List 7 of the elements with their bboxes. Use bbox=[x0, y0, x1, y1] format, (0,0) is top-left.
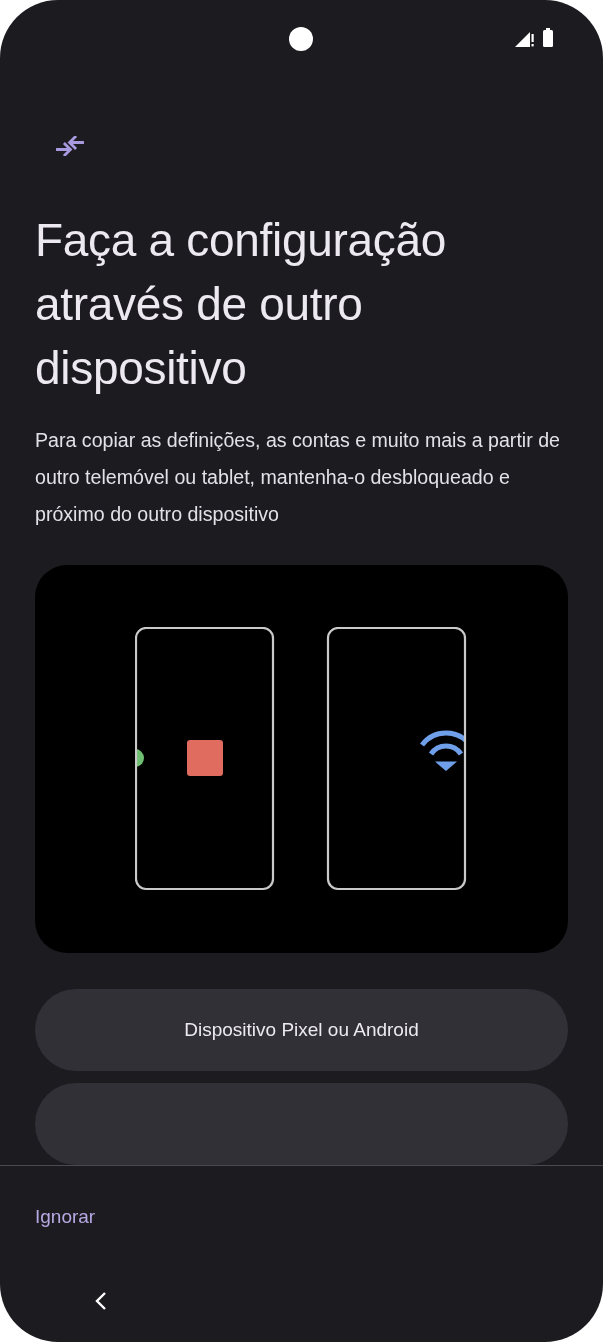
option-button[interactable]: Dispositivo Pixel ou Android bbox=[35, 989, 568, 1071]
page-title: Faça a configuração através de outro dispositivo bbox=[35, 213, 448, 396]
skip-button[interactable]: Ignorar bbox=[35, 1206, 96, 1228]
back-icon[interactable] bbox=[95, 1292, 107, 1310]
description-text: Para copiar as definições, as contas e muito mais a partir de outro telemóvel ou tablet, mantenha-o desbloqueado e próximo do outro dispositivo bbox=[35, 428, 561, 527]
battery-icon bbox=[543, 28, 553, 47]
camera-cutout bbox=[289, 27, 313, 51]
